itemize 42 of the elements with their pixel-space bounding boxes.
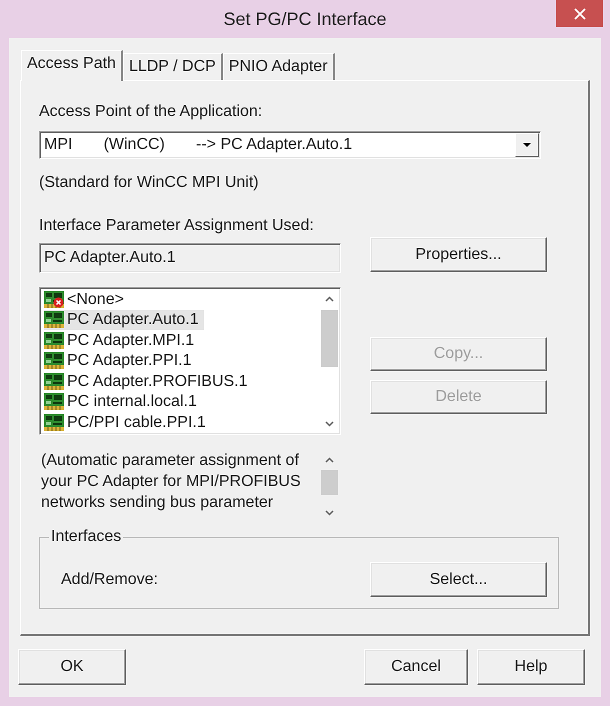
chevron-down-icon[interactable] [325,420,334,426]
field-label: Add/Remove: [61,570,158,588]
scrollbar-thumb[interactable] [321,470,338,495]
circuit-board-icon [44,414,64,431]
assignment-field[interactable]: PC Adapter.Auto.1 [39,243,341,273]
circuit-board-icon [44,332,64,349]
circuit-board-error-icon [44,290,64,308]
ok-button[interactable]: OK [18,649,126,685]
circuit-board-icon [44,372,64,390]
field-label: Access Point of the Application: [39,103,264,121]
group-title: Interfaces [50,528,122,546]
tab[interactable]: LLDP / DCP [122,53,223,80]
circuit-board-icon [44,311,64,328]
field-label: Interface Parameter Assignment Used: [39,217,315,235]
list-item[interactable]: PC Adapter.Auto.1 [44,310,204,330]
circuit-board-icon [44,393,64,410]
scrollbar-thumb[interactable] [321,310,338,367]
cancel-button[interactable]: Cancel [364,649,468,685]
list-item[interactable]: PC/PPI cable.PPI.1 [44,412,211,432]
select-button[interactable]: Select... [370,562,547,597]
close-button[interactable] [556,0,603,27]
list-item[interactable]: <None> [44,289,129,310]
list-item[interactable]: PC internal.local.1 [44,392,202,412]
chevron-up-icon[interactable] [325,296,334,302]
interface-listbox[interactable]: <None> PC Adapter.Auto.1 PC Adapter.MPI.1 PC Adapter.PPI.1 PC Adapter.PROFIBUS.1 PC internal.local.1 PC/PPI cable.PPI.1 [39,287,341,435]
tab[interactable]: PNIO Adapter [222,53,335,80]
close-icon [574,8,586,20]
help-button[interactable]: Help [477,649,585,685]
dropdown-button[interactable] [515,133,539,157]
help-text: (Automatic parameter assignment of your PC Adapter for MPI/PROFIBUS networks sending bus parameter [41,451,302,513]
list-item[interactable]: PC Adapter.PROFIBUS.1 [44,371,253,392]
properties-button[interactable]: Properties... [370,237,547,272]
list-item[interactable]: PC Adapter.MPI.1 [44,330,200,350]
chevron-down-icon[interactable] [325,510,334,516]
tab[interactable]: Access Path [21,50,123,81]
access-point-dropdown[interactable]: MPI (WinCC) --> PC Adapter.Auto.1 [39,131,541,159]
caret-down-icon [523,143,531,147]
window-title: Set PG/PC Interface [223,8,387,31]
list-item[interactable]: PC Adapter.PPI.1 [44,350,197,371]
circuit-board-icon [44,352,64,370]
description-text: (Standard for WinCC MPI Unit) [39,174,260,192]
chevron-up-icon[interactable] [325,456,334,462]
